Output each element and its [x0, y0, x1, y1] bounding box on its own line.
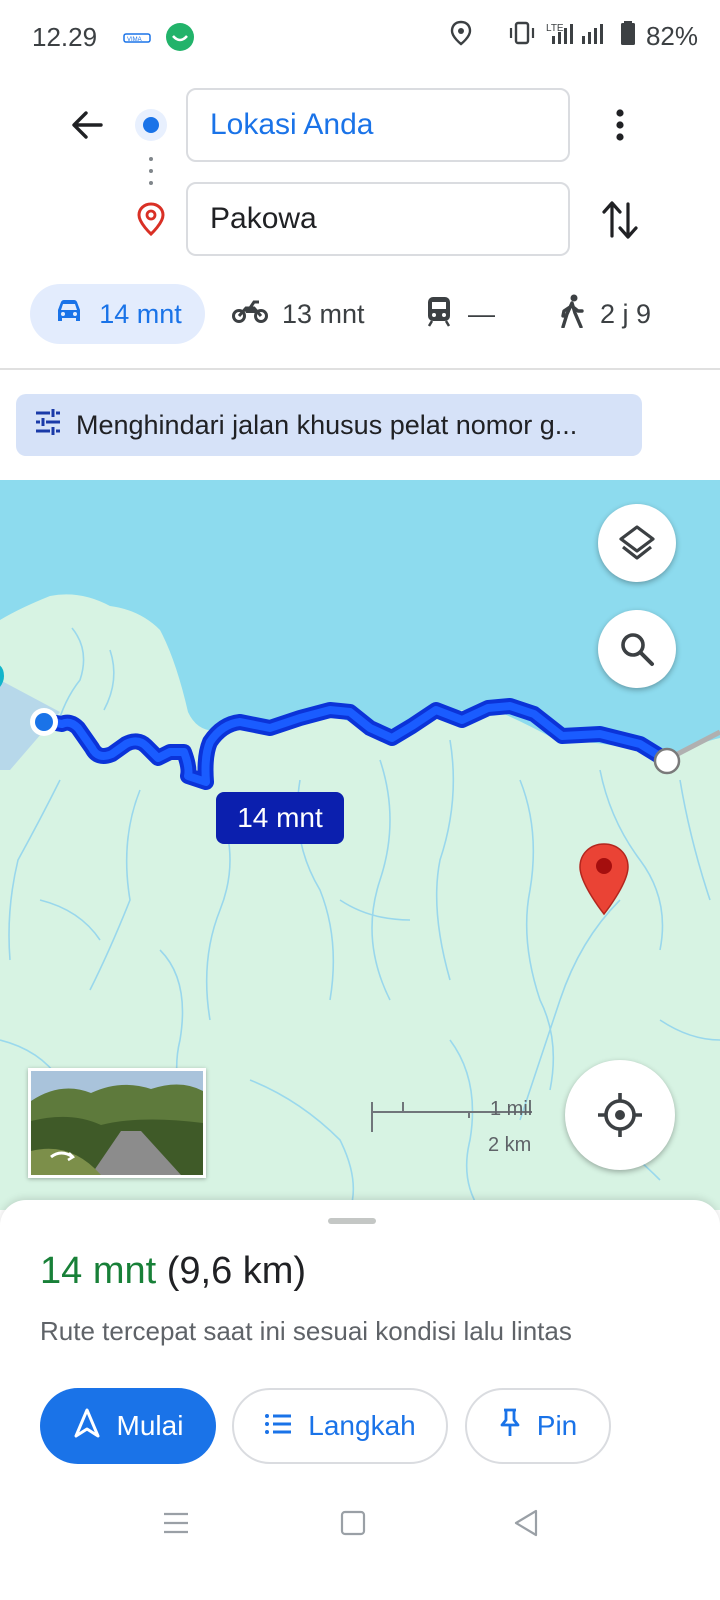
destination-pin-icon — [136, 202, 166, 241]
crosshair-icon — [598, 1093, 642, 1137]
location-icon — [450, 20, 472, 53]
menu-icon — [164, 1512, 188, 1534]
mode-label: — — [468, 298, 495, 329]
my-location-button[interactable] — [565, 1060, 675, 1170]
search-icon — [621, 633, 654, 666]
list-icon — [264, 1410, 292, 1442]
layers-icon — [619, 525, 655, 560]
tune-icon — [34, 408, 62, 443]
battery-level: 82% — [645, 21, 698, 51]
street-view-thumbnail[interactable] — [28, 1068, 206, 1178]
origin-location-dot — [28, 706, 60, 743]
start-button[interactable]: Mulai — [40, 1388, 216, 1464]
divider — [0, 368, 720, 370]
destination-input[interactable]: Pakowa — [186, 182, 570, 256]
chat-app-icon — [164, 22, 196, 59]
route-description: Rute tercepat saat ini sesuai kondisi la… — [40, 1316, 572, 1346]
origin-input[interactable]: Lokasi Anda — [186, 88, 570, 162]
layers-button[interactable] — [598, 504, 676, 582]
destination-map-pin-icon[interactable] — [578, 842, 630, 921]
app-notification-icon: VIMA — [122, 26, 152, 53]
signal-icon: LTE — [546, 20, 610, 53]
map-view[interactable]: 14 mnt 1 mil 2 km — [0, 480, 720, 1210]
mode-tab-walking[interactable]: 2 j 9 — [558, 284, 651, 344]
svg-text:VIMA: VIMA — [127, 37, 142, 43]
status-time: 12.29 — [32, 22, 98, 52]
route-dots — [148, 156, 154, 193]
scale-km: 2 km — [488, 1134, 532, 1156]
mode-label: 2 j 9 — [600, 298, 652, 329]
origin-dot-icon — [133, 107, 169, 148]
destination-endpoint — [652, 746, 682, 781]
route-options-text: Menghindari jalan khusus pelat nomor g..… — [76, 409, 578, 440]
mode-tab-motorcycle[interactable]: 13 mnt — [232, 284, 365, 344]
back-button[interactable] — [68, 106, 106, 149]
mode-label: 13 mnt — [282, 298, 365, 329]
mode-tab-transit[interactable]: — — [424, 284, 495, 344]
route-summary: 14 mnt (9,6 km) — [40, 1250, 306, 1293]
swap-vert-icon — [602, 201, 638, 239]
motorcycle-icon — [232, 298, 268, 331]
drag-handle[interactable] — [328, 1218, 376, 1224]
start-label: Mulai — [116, 1410, 184, 1441]
back-arrow-icon — [72, 111, 103, 139]
steps-button[interactable]: Langkah — [232, 1388, 448, 1464]
swap-button[interactable] — [600, 198, 640, 247]
car-icon — [53, 297, 85, 332]
svg-text:LTE: LTE — [546, 23, 564, 34]
route-options-chip[interactable]: Menghindari jalan khusus pelat nomor g..… — [16, 394, 642, 456]
back-triangle-icon — [514, 1509, 538, 1537]
pin-label: Pin — [536, 1410, 578, 1441]
battery-icon — [620, 20, 636, 53]
system-navigation-bar — [0, 1490, 720, 1560]
steps-label: Langkah — [308, 1410, 416, 1441]
walk-icon — [558, 294, 586, 335]
navigation-arrow-icon — [73, 1408, 101, 1445]
home-square-icon — [340, 1510, 366, 1536]
route-time-label[interactable]: 14 mnt — [216, 792, 344, 844]
train-icon — [424, 295, 454, 334]
home-button[interactable] — [340, 1510, 366, 1541]
mode-tab-driving[interactable]: 14 mnt — [30, 284, 205, 344]
system-back-button[interactable] — [512, 1508, 540, 1543]
search-along-route-button[interactable] — [598, 610, 676, 688]
vibrate-icon — [508, 20, 536, 53]
scale-miles: 1 mil — [490, 1098, 533, 1120]
route-distance: (9,6 km) — [166, 1250, 307, 1292]
recents-button[interactable] — [162, 1510, 190, 1541]
more-options-button[interactable] — [608, 106, 632, 149]
route-duration: 14 mnt — [40, 1250, 157, 1292]
pin-icon — [499, 1408, 521, 1445]
mode-label: 14 mnt — [99, 298, 182, 329]
pin-button[interactable]: Pin — [465, 1388, 611, 1464]
more-vert-icon — [616, 109, 624, 141]
poi-marker-icon[interactable] — [0, 660, 14, 701]
